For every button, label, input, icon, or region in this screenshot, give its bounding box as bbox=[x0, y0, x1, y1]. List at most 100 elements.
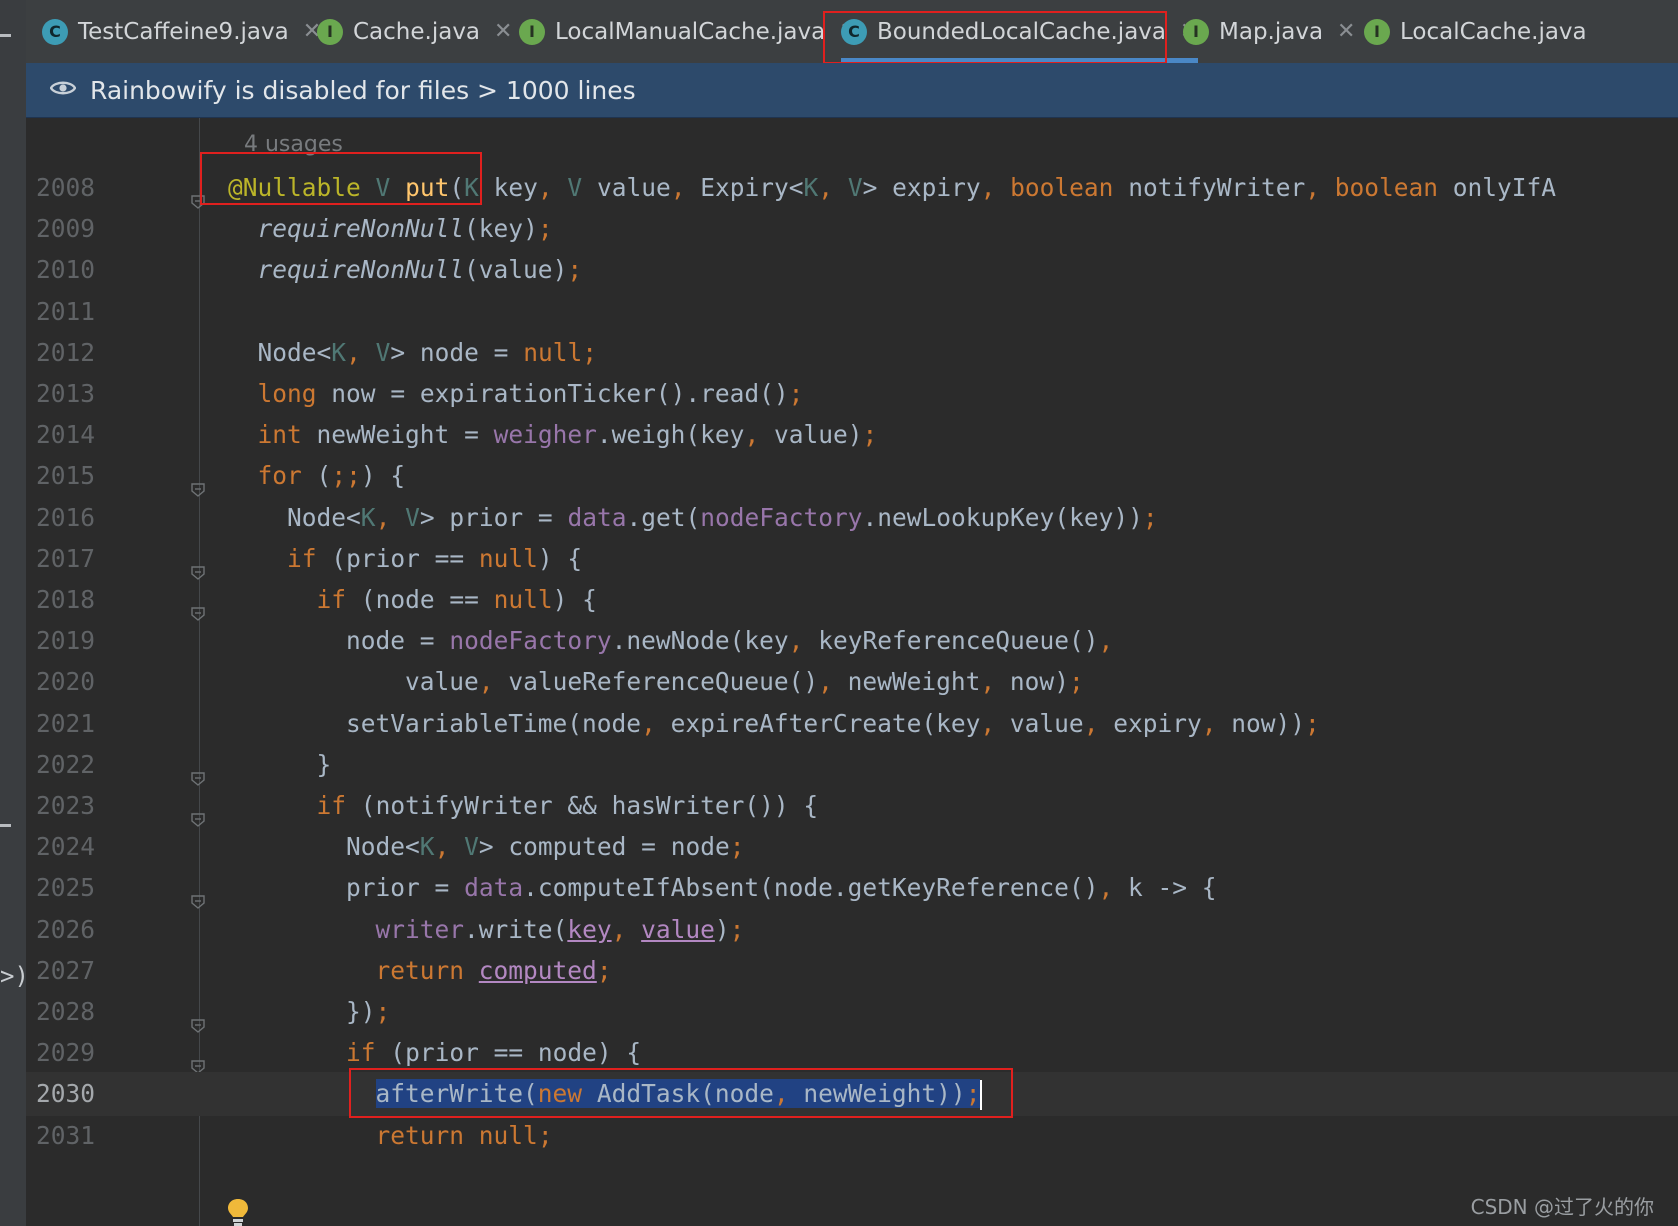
line-number: 2016 bbox=[36, 502, 96, 532]
code-line[interactable]: 2018 if (node == null) { bbox=[26, 578, 1678, 622]
code-line[interactable]: 2021 setVariableTime(node, expireAfterCr… bbox=[26, 702, 1678, 746]
code-line[interactable]: 2020 value, valueReferenceQueue(), newWe… bbox=[26, 660, 1678, 704]
tab-boundedlocalcache[interactable]: CBoundedLocalCache.java✕ bbox=[823, 0, 1199, 63]
line-number: 2010 bbox=[36, 255, 96, 285]
code-text: Node<K, V> computed = node; bbox=[346, 832, 745, 862]
code-text: }); bbox=[346, 997, 391, 1026]
code-line[interactable]: 2025 prior = data.computeIfAbsent(node.g… bbox=[26, 866, 1678, 910]
line-number: 2009 bbox=[36, 214, 96, 244]
line-number: 2014 bbox=[36, 420, 96, 450]
line-number: 2030 bbox=[36, 1079, 96, 1109]
code-text: long now = expirationTicker().read(); bbox=[257, 379, 804, 408]
code-line[interactable]: 2019 node = nodeFactory.newNode(key, key… bbox=[26, 619, 1678, 663]
eye-icon[interactable] bbox=[49, 79, 77, 101]
code-text: requireNonNull(key); bbox=[257, 214, 553, 244]
lightbulb-icon[interactable] bbox=[226, 1198, 250, 1226]
code-text: value, valueReferenceQueue(), newWeight,… bbox=[405, 667, 1084, 697]
line-number: 2017 bbox=[36, 543, 96, 573]
fold-marker-icon[interactable] bbox=[190, 551, 206, 580]
interface-icon: I bbox=[1364, 18, 1390, 45]
code-line[interactable]: 2017 if (prior == null) { bbox=[26, 537, 1678, 581]
code-line[interactable]: 2008 @Nullable V put(K key, V value, Expi… bbox=[26, 166, 1678, 210]
close-icon[interactable]: ✕ bbox=[1337, 19, 1355, 44]
left-tool-strip: >) bbox=[0, 0, 29, 1226]
line-number: 2024 bbox=[36, 832, 96, 862]
fold-marker-icon[interactable] bbox=[190, 880, 206, 910]
interface-icon: I bbox=[1183, 18, 1209, 45]
line-number: 2022 bbox=[36, 749, 96, 779]
fold-marker-icon[interactable] bbox=[190, 468, 206, 498]
tool-strip-dash bbox=[0, 824, 11, 827]
tab-label: TestCaffeine9.java bbox=[78, 18, 289, 45]
tab-localcache[interactable]: I LocalCache.java bbox=[1364, 0, 1587, 63]
code-text: if (prior == node) { bbox=[346, 1038, 642, 1068]
code-text: if (node == null) { bbox=[316, 585, 597, 614]
line-number: 2026 bbox=[36, 914, 96, 944]
code-text: Node<K, V> prior = data.get(nodeFactory.… bbox=[287, 502, 1158, 532]
text-caret bbox=[980, 1080, 983, 1111]
line-number: 2015 bbox=[36, 461, 96, 491]
line-number: 2018 bbox=[36, 585, 96, 614]
code-line[interactable]: 2030 afterWrite(new AddTask(node, newWei… bbox=[26, 1072, 1678, 1117]
code-text: prior = data.computeIfAbsent(node.getKey… bbox=[346, 873, 1217, 903]
code-text: int newWeight = weigher.weigh(key, value… bbox=[257, 420, 878, 450]
line-number: 2021 bbox=[36, 708, 96, 738]
line-number: 2020 bbox=[36, 667, 96, 697]
close-icon[interactable]: ✕ bbox=[494, 19, 512, 44]
fold-marker-icon[interactable] bbox=[190, 798, 206, 827]
banner-message: Rainbowify is disabled for files > 1000 … bbox=[90, 75, 636, 105]
interface-icon: I bbox=[317, 18, 343, 45]
code-line[interactable]: 2022 } bbox=[26, 743, 1678, 787]
line-number: 2019 bbox=[36, 626, 96, 656]
line-number: 2027 bbox=[36, 955, 96, 985]
csdn-watermark: CSDN @过了火的你 bbox=[1470, 1195, 1654, 1219]
tab-map[interactable]: I Map.java ✕ bbox=[1183, 0, 1355, 63]
code-text: setVariableTime(node, expireAfterCreate(… bbox=[346, 708, 1320, 738]
code-text: requireNonNull(value); bbox=[257, 255, 583, 285]
code-editor[interactable]: 4 usages 2008 @Nullable V put(K key, V va… bbox=[26, 118, 1678, 1226]
code-text: afterWrite(new AddTask(node, newWeight))… bbox=[228, 1072, 983, 1116]
code-line[interactable]: 2016 Node<K, V> prior = data.get(nodeFac… bbox=[26, 496, 1678, 540]
tab-localmanualcache[interactable]: ILocalManualCache.java✕ bbox=[519, 0, 858, 63]
code-line[interactable]: 2013 long now = expirationTicker().read(… bbox=[26, 372, 1678, 416]
fold-marker-icon[interactable] bbox=[190, 757, 206, 786]
tab-label: Cache.java bbox=[353, 18, 481, 45]
line-number: 2008 bbox=[36, 173, 96, 202]
line-number: 2031 bbox=[36, 1120, 96, 1150]
code-line[interactable]: 2015 for (;;) { bbox=[26, 454, 1678, 498]
code-line[interactable]: 2009 requireNonNull(key); bbox=[26, 207, 1678, 251]
code-line[interactable]: 2031 return null; bbox=[26, 1114, 1678, 1158]
code-line[interactable]: 2029 if (prior == node) { bbox=[26, 1031, 1678, 1075]
fold-marker-icon[interactable] bbox=[190, 1004, 206, 1033]
code-text: return computed; bbox=[375, 955, 612, 985]
tab-testcaffeine9[interactable]: C TestCaffeine9.java ✕ bbox=[42, 0, 321, 63]
code-text: Node<K, V> node = null; bbox=[257, 337, 597, 367]
usages-hint[interactable]: 4 usages bbox=[244, 132, 343, 157]
line-number: 2011 bbox=[36, 296, 96, 326]
code-line[interactable]: 2024 Node<K, V> computed = node; bbox=[26, 825, 1678, 869]
run-class-icon: C bbox=[42, 18, 68, 45]
selected-text: afterWrite(new AddTask(node, newWeight))… bbox=[375, 1079, 981, 1109]
tab-label: BoundedLocalCache.java bbox=[877, 18, 1166, 45]
code-line[interactable]: 2010 requireNonNull(value); bbox=[26, 248, 1678, 292]
editor-tab-bar: C TestCaffeine9.java ✕ I Cache.java ✕ I LocalMa… bbox=[26, 0, 1678, 64]
code-line[interactable]: 2014 int newWeight = weigher.weigh(key, … bbox=[26, 413, 1678, 457]
code-line[interactable]: 2028 }); bbox=[26, 990, 1678, 1034]
code-line[interactable]: 2012 Node<K, V> node = null; bbox=[26, 331, 1678, 375]
fold-marker-icon[interactable] bbox=[190, 592, 206, 621]
code-line[interactable]: 2027 return computed; bbox=[26, 949, 1678, 993]
line-number: 2029 bbox=[36, 1038, 96, 1068]
fold-marker-icon[interactable] bbox=[190, 180, 206, 209]
code-line[interactable]: 2023 if (notifyWriter && hasWriter()) { bbox=[26, 784, 1678, 828]
code-text: } bbox=[316, 749, 332, 779]
code-line[interactable]: 2011 bbox=[26, 290, 1678, 334]
fold-marker-icon[interactable] bbox=[190, 1045, 206, 1075]
tab-cache[interactable]: I Cache.java ✕ bbox=[317, 0, 512, 63]
tab-label: LocalManualCache.java bbox=[555, 18, 826, 45]
tool-strip-glyph: >) bbox=[0, 962, 29, 990]
code-line[interactable]: 2026 writer.write(key, value); bbox=[26, 908, 1678, 952]
class-icon: C bbox=[841, 18, 867, 45]
line-number: 2023 bbox=[36, 791, 96, 820]
code-text: return null; bbox=[375, 1120, 553, 1150]
code-text: if (notifyWriter && hasWriter()) { bbox=[316, 791, 819, 820]
